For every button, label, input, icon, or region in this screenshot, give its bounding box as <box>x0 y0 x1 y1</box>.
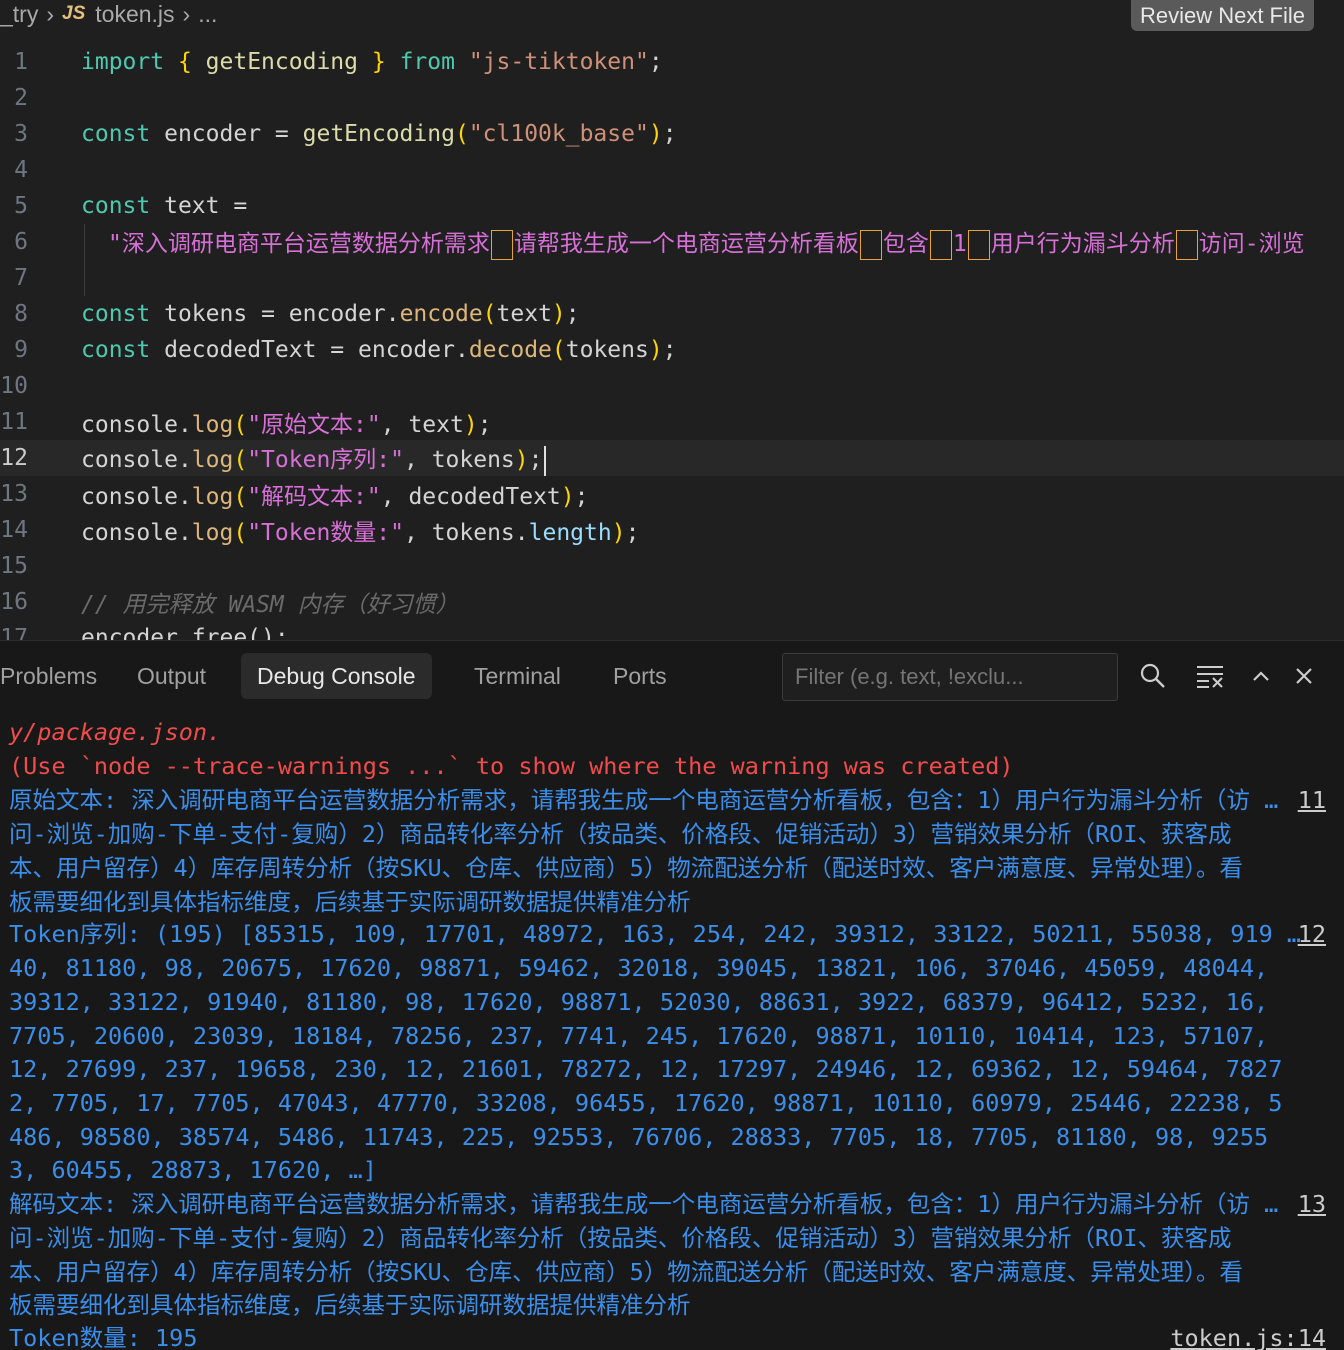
line-number: 8 <box>14 301 28 327</box>
console-line: 本、用户留存）4）库存周转分析（按SKU、仓库、供应商）5）物流配送分析（配送时… <box>9 854 1243 882</box>
code-line[interactable]: 10 <box>0 368 1344 404</box>
code-line-current[interactable]: 12 console.log("Token序列:", tokens); <box>0 440 1344 476</box>
console-line: 12, 27699, 237, 19658, 230, 12, 21601, 7… <box>9 1055 1283 1083</box>
console-line-warning: (Use `node --trace-warnings ...` to show… <box>9 752 1014 780</box>
code-line[interactable]: 9 const decodedText = encoder.decode(tok… <box>0 332 1344 368</box>
console-line: 原始文本: 深入调研电商平台运营数据分析需求，请帮我生成一个电商运营分析看板，包… <box>9 786 1279 814</box>
code-text: const decodedText = encoder.decode(token… <box>81 337 677 363</box>
code-text: const text = <box>81 193 248 219</box>
console-line: 39312, 33122, 91940, 81180, 98, 17620, 9… <box>9 988 1269 1016</box>
console-line: Token数量: 195 <box>9 1324 198 1350</box>
code-line[interactable]: 4 <box>0 152 1344 188</box>
clear-console-icon[interactable] <box>1193 659 1227 693</box>
line-number: 12 <box>0 445 28 471</box>
unicode-highlight-box <box>929 229 952 260</box>
unicode-highlight-box <box>1175 229 1198 260</box>
tab-output[interactable]: Output <box>121 653 222 699</box>
code-line[interactable]: 11 console.log("原始文本:", text); <box>0 404 1344 440</box>
code-line[interactable]: 15 <box>0 548 1344 584</box>
line-number: 9 <box>14 337 28 363</box>
filter-input[interactable] <box>782 653 1118 701</box>
line-number: 16 <box>0 589 28 615</box>
console-line: 板需要细化到具体指标维度，后续基于实际调研数据提供精准分析 <box>9 1291 691 1319</box>
line-number: 14 <box>0 517 28 543</box>
code-text: "深入调研电商平台运营数据分析需求 请帮我生成一个电商运营分析看板 包含 1 用户行为漏… <box>108 224 1305 260</box>
source-link[interactable]: 11 <box>1298 783 1326 817</box>
breadcrumb-more[interactable]: ... <box>198 1 217 28</box>
line-number: 7 <box>14 265 28 291</box>
console-line: Token序列: (195) [85315, 109, 17701, 48972… <box>9 920 1302 948</box>
code-line[interactable]: 3 const encoder = getEncoding("cl100k_ba… <box>0 116 1344 152</box>
line-number: 1 <box>14 49 28 75</box>
console-line: 40, 81180, 98, 20675, 17620, 98871, 5946… <box>9 954 1269 982</box>
console-line: 本、用户留存）4）库存周转分析（按SKU、仓库、供应商）5）物流配送分析（配送时… <box>9 1258 1243 1286</box>
breadcrumb-folder[interactable]: _try <box>0 1 38 28</box>
code-line[interactable]: 16 // 用完释放 WASM 内存（好习惯） <box>0 584 1344 620</box>
console-line: 板需要细化到具体指标维度，后续基于实际调研数据提供精准分析 <box>9 888 691 916</box>
code-line[interactable]: 17 encoder.free(); <box>0 620 1344 640</box>
line-number: 17 <box>0 625 28 640</box>
line-number: 6 <box>14 229 28 255</box>
code-comment: // 用完释放 WASM 内存（好习惯） <box>81 592 459 618</box>
code-text: console.log("Token数量:", tokens.length); <box>81 520 640 546</box>
unicode-highlight-box <box>490 229 513 260</box>
code-line[interactable]: 1 import { getEncoding } from "js-tiktok… <box>0 44 1344 80</box>
code-line[interactable]: 2 <box>0 80 1344 116</box>
console-line-warning: y/package.json. <box>9 718 222 746</box>
line-number: 11 <box>0 409 28 435</box>
bottom-panel: Problems Output Debug Console Terminal P… <box>0 640 1344 1350</box>
code-text: console.log("原始文本:", text); <box>81 412 492 438</box>
unicode-highlight-box <box>859 229 882 260</box>
line-number: 13 <box>0 481 28 507</box>
console-line: 解码文本: 深入调研电商平台运营数据分析需求，请帮我生成一个电商运营分析看板，包… <box>9 1190 1279 1218</box>
line-number: 3 <box>14 121 28 147</box>
panel-tabs: Problems Output Debug Console Terminal P… <box>0 641 1344 715</box>
line-number: 15 <box>0 553 28 579</box>
review-next-file-button[interactable]: Review Next File <box>1130 0 1314 31</box>
code-text: console.log("Token序列:", tokens); <box>81 440 546 476</box>
chevron-right-icon: › <box>182 0 191 27</box>
tab-terminal[interactable]: Terminal <box>458 653 577 699</box>
console-line: 3, 60455, 28873, 17620, …] <box>9 1156 377 1184</box>
chevron-up-icon[interactable] <box>1244 659 1278 693</box>
console-line: 2, 7705, 17, 7705, 47043, 47770, 33208, … <box>9 1089 1283 1117</box>
text-cursor <box>543 445 546 476</box>
code-line[interactable]: 6 "深入调研电商平台运营数据分析需求 请帮我生成一个电商运营分析看板 包含 1 用户行… <box>0 224 1344 260</box>
tab-problems[interactable]: Problems <box>0 653 113 699</box>
source-link[interactable]: token.js:14 <box>1170 1321 1326 1350</box>
close-icon[interactable] <box>1287 659 1321 693</box>
console-line: 486, 98580, 38574, 5486, 11743, 225, 925… <box>9 1123 1269 1151</box>
chevron-right-icon: › <box>46 0 55 27</box>
code-text: console.log("解码文本:", decodedText); <box>81 484 589 510</box>
source-link[interactable]: 12 <box>1298 917 1326 951</box>
unicode-highlight-box <box>967 229 990 260</box>
console-line: 问-浏览-加购-下单-支付-复购）2）商品转化率分析（按品类、价格段、促销活动）… <box>9 820 1232 848</box>
console-line: 问-浏览-加购-下单-支付-复购）2）商品转化率分析（按品类、价格段、促销活动）… <box>9 1224 1232 1252</box>
code-editor[interactable]: 1 import { getEncoding } from "js-tiktok… <box>0 44 1344 640</box>
code-text: import { getEncoding } from "js-tiktoken… <box>81 49 663 75</box>
tab-ports[interactable]: Ports <box>597 653 683 699</box>
code-text: const tokens = encoder.encode(text); <box>81 301 580 327</box>
code-line[interactable]: 14 console.log("Token数量:", tokens.length… <box>0 512 1344 548</box>
code-line[interactable]: 13 console.log("解码文本:", decodedText); <box>0 476 1344 512</box>
code-line[interactable]: 5 const text = <box>0 188 1344 224</box>
line-number: 10 <box>0 373 28 399</box>
line-number: 4 <box>14 157 28 183</box>
source-link[interactable]: 13 <box>1298 1187 1326 1221</box>
code-text: const encoder = getEncoding("cl100k_base… <box>81 121 677 147</box>
js-file-icon: JS <box>62 3 86 24</box>
tab-debug-console[interactable]: Debug Console <box>241 653 432 699</box>
breadcrumb-file[interactable]: token.js <box>95 1 174 28</box>
code-text: encoder.free(); <box>81 625 289 640</box>
console-line: 7705, 20600, 23039, 18184, 78256, 237, 7… <box>9 1022 1269 1050</box>
search-icon[interactable] <box>1136 659 1170 693</box>
code-line[interactable]: 7 <box>0 260 1344 296</box>
line-number: 5 <box>14 193 28 219</box>
debug-console-output[interactable]: y/package.json. (Use `node --trace-warni… <box>0 715 1344 1350</box>
code-line[interactable]: 8 const tokens = encoder.encode(text); <box>0 296 1344 332</box>
line-number: 2 <box>14 85 28 111</box>
